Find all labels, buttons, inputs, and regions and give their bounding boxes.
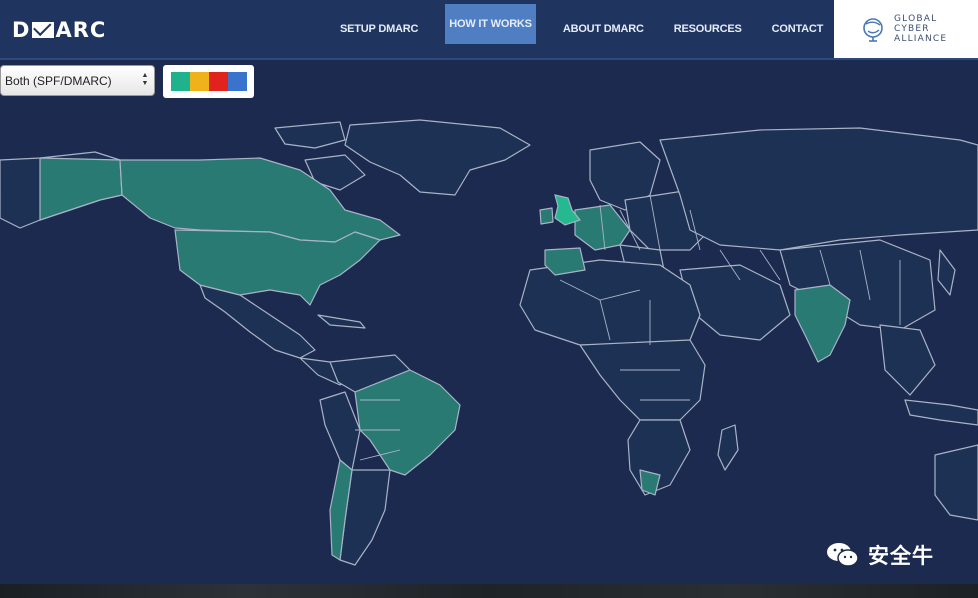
legend-swatch-yellow xyxy=(189,72,209,91)
background-strip xyxy=(0,584,978,598)
nav-resources[interactable]: RESOURCES xyxy=(659,0,757,58)
region-australia xyxy=(934,444,978,521)
region-spain xyxy=(544,247,586,276)
main-nav: SETUP DMARC HOW IT WORKS ABOUT DMARC RES… xyxy=(325,0,838,58)
world-map[interactable] xyxy=(0,100,978,584)
dmarc-map-page: D ARC SETUP DMARC HOW IT WORKS ABOUT DMA… xyxy=(0,0,978,598)
top-header: D ARC SETUP DMARC HOW IT WORKS ABOUT DMA… xyxy=(0,0,978,60)
region-peru-andes xyxy=(319,391,361,471)
region-mexico xyxy=(199,284,316,359)
color-legend xyxy=(163,65,254,98)
policy-filter-select[interactable]: Both (SPF/DMARC) ▲ ▼ xyxy=(0,65,155,96)
wechat-icon xyxy=(827,543,859,567)
nav-about-dmarc[interactable]: ABOUT DMARC xyxy=(548,0,659,58)
region-brazil xyxy=(354,369,461,476)
gca-line-3: ALLIANCE xyxy=(894,34,948,44)
globe-logo-icon xyxy=(863,18,883,42)
region-arctic-canada xyxy=(274,121,346,149)
policy-filter-value: Both (SPF/DMARC) xyxy=(5,73,112,88)
gca-line-2: CYBER xyxy=(894,24,930,34)
legend-swatch-blue xyxy=(227,72,247,91)
region-madagascar xyxy=(717,424,739,471)
dmarc-logo[interactable]: D ARC xyxy=(12,17,106,43)
region-africa-south xyxy=(627,419,691,496)
region-japan xyxy=(937,249,956,296)
watermark-text: 安全牛 xyxy=(868,544,934,568)
nav-setup-dmarc[interactable]: SETUP DMARC xyxy=(325,0,433,58)
region-indonesia xyxy=(904,399,978,426)
region-cuba xyxy=(317,314,366,329)
nav-contact[interactable]: CONTACT xyxy=(757,0,839,58)
global-cyber-alliance-logo[interactable]: GLOBAL CYBER ALLIANCE xyxy=(834,0,978,58)
legend-swatch-red xyxy=(208,72,228,91)
region-africa-north xyxy=(519,259,701,346)
watermark: 安全牛 xyxy=(826,538,934,572)
region-southeast-asia xyxy=(879,324,936,396)
region-canada-west xyxy=(39,157,123,221)
logo-text-left: D xyxy=(12,18,31,42)
select-updown-icon: ▲ ▼ xyxy=(141,72,149,87)
region-russia xyxy=(659,127,978,251)
region-india xyxy=(794,284,851,363)
nav-how-it-works[interactable]: HOW IT WORKS xyxy=(445,4,536,44)
region-greenland xyxy=(344,119,531,196)
region-middle-east xyxy=(679,264,791,341)
region-africa-central xyxy=(579,339,706,421)
envelope-check-icon xyxy=(32,22,55,38)
gca-line-1: GLOBAL xyxy=(894,14,938,24)
gca-wordmark: GLOBAL CYBER ALLIANCE xyxy=(894,14,947,44)
region-ireland xyxy=(539,207,554,225)
legend-swatch-green xyxy=(170,72,190,91)
logo-text-right: ARC xyxy=(55,18,107,42)
